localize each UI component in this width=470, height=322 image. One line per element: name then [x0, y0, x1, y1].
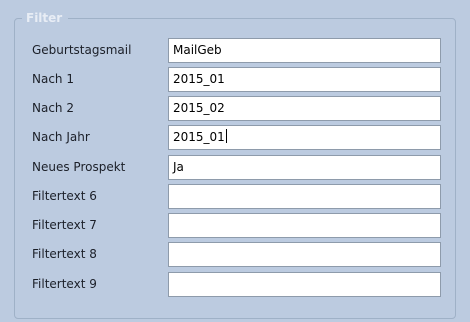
field-label: Filtertext 8	[32, 247, 97, 261]
field-label: Geburtstagsmail	[32, 43, 132, 57]
field-row-nach-2: Nach 2 2015_02	[0, 96, 470, 121]
text-caret	[225, 129, 227, 143]
geburtstagsmail-input[interactable]: MailGeb	[168, 38, 441, 63]
filtertext-6-input[interactable]	[168, 184, 441, 209]
filter-group-title: Filter	[22, 10, 69, 26]
field-value: Ja	[173, 160, 184, 174]
nach-1-input[interactable]: 2015_01	[168, 67, 441, 92]
field-label: Neues Prospekt	[32, 160, 126, 174]
field-label: Nach Jahr	[32, 130, 90, 144]
field-value: MailGeb	[173, 43, 222, 57]
field-row-geburtstagsmail: Geburtstagsmail MailGeb	[0, 38, 470, 63]
filtertext-9-input[interactable]	[168, 272, 441, 297]
field-value: 2015_02	[173, 101, 225, 115]
filtertext-7-input[interactable]	[168, 213, 441, 238]
field-row-nach-jahr: Nach Jahr 2015_01	[0, 125, 470, 150]
nach-2-input[interactable]: 2015_02	[168, 96, 441, 121]
nach-jahr-input[interactable]: 2015_01	[168, 125, 441, 150]
field-label: Filtertext 6	[32, 189, 97, 203]
field-label: Filtertext 7	[32, 218, 97, 232]
field-label: Nach 2	[32, 101, 74, 115]
field-label: Nach 1	[32, 72, 74, 86]
field-row-filtertext-6: Filtertext 6	[0, 184, 470, 209]
field-row-neues-prospekt: Neues Prospekt Ja	[0, 155, 470, 180]
field-row-filtertext-7: Filtertext 7	[0, 213, 470, 238]
neues-prospekt-input[interactable]: Ja	[168, 155, 441, 180]
field-label: Filtertext 9	[32, 277, 97, 291]
field-row-filtertext-8: Filtertext 8	[0, 242, 470, 267]
field-row-nach-1: Nach 1 2015_01	[0, 67, 470, 92]
field-row-filtertext-9: Filtertext 9	[0, 272, 470, 297]
filtertext-8-input[interactable]	[168, 242, 441, 267]
field-value: 2015_01	[173, 130, 225, 144]
filter-panel: Filter Geburtstagsmail MailGeb Nach 1 20…	[0, 0, 470, 322]
field-value: 2015_01	[173, 72, 225, 86]
